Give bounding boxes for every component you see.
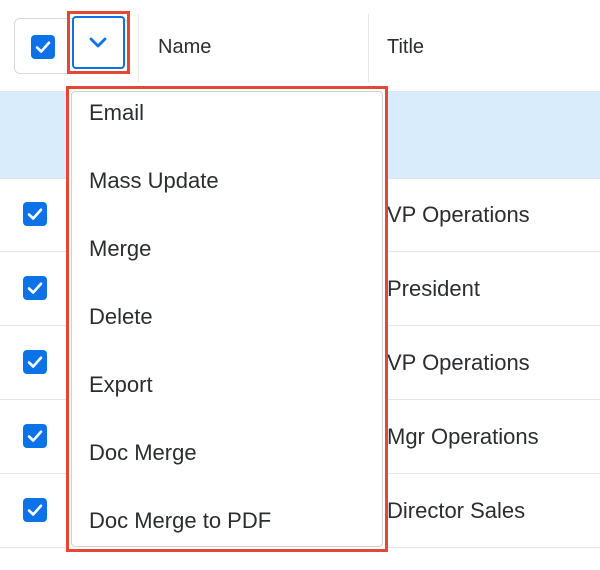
checkmark-icon — [27, 504, 43, 516]
menu-item-mass-update[interactable]: Mass Update — [89, 168, 219, 194]
mass-actions-highlight — [67, 11, 130, 74]
row-title-cell: President — [387, 276, 480, 301]
chevron-down-icon — [89, 37, 107, 48]
row-title-cell: Mgr Operations — [387, 424, 539, 449]
menu-item-doc-merge-to-pdf[interactable]: Doc Merge to PDF — [89, 508, 271, 534]
checkmark-icon — [35, 41, 51, 53]
mass-actions-toggle-button[interactable] — [72, 16, 125, 69]
checkmark-icon — [27, 282, 43, 294]
checkmark-icon — [27, 430, 43, 442]
row-checkbox[interactable] — [23, 424, 47, 448]
row-checkbox[interactable] — [23, 276, 47, 300]
checkmark-icon — [27, 208, 43, 220]
checkmark-icon — [27, 356, 43, 368]
row-checkbox[interactable] — [23, 498, 47, 522]
menu-item-export[interactable]: Export — [89, 372, 153, 398]
menu-item-delete[interactable]: Delete — [89, 304, 153, 330]
column-header-name[interactable]: Name — [158, 36, 211, 59]
menu-item-merge[interactable]: Merge — [89, 236, 151, 262]
mass-actions-menu-highlight: Email Mass Update Merge Delete Export Do… — [66, 86, 388, 552]
menu-item-doc-merge[interactable]: Doc Merge — [89, 440, 197, 466]
row-checkbox[interactable] — [23, 350, 47, 374]
column-divider — [368, 14, 369, 82]
row-checkbox[interactable] — [23, 202, 47, 226]
row-title-cell: Director Sales — [387, 498, 526, 523]
list-view-table: Name Title VP Operations President VP Op… — [0, 0, 600, 570]
column-divider — [138, 14, 139, 82]
row-title-cell: VP Operations — [387, 202, 530, 227]
menu-item-email[interactable]: Email — [89, 100, 144, 126]
select-all-checkbox[interactable] — [31, 35, 55, 59]
mass-actions-menu: Email Mass Update Merge Delete Export Do… — [71, 91, 383, 547]
row-title-cell: VP Operations — [387, 350, 530, 375]
column-header-title[interactable]: Title — [387, 36, 424, 59]
